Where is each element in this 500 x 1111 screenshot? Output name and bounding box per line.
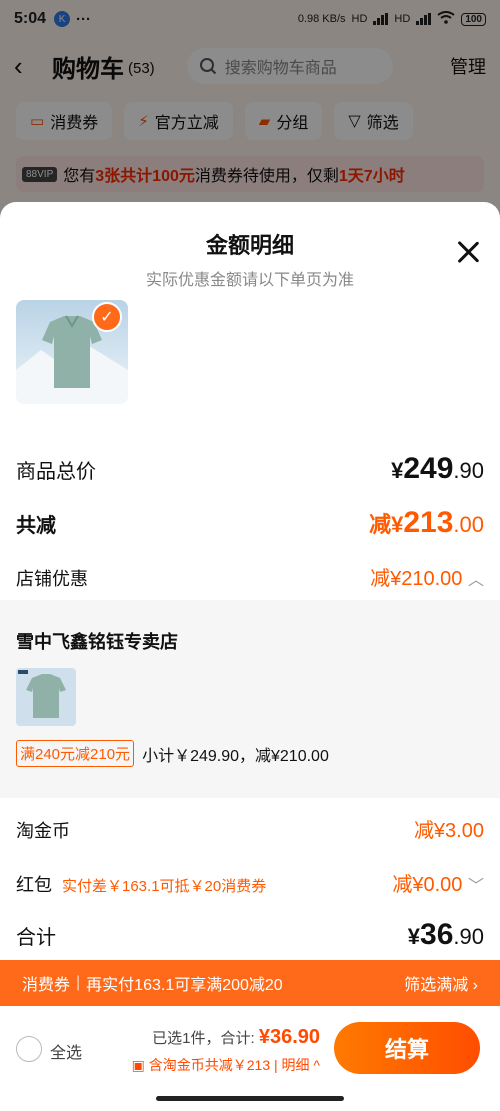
- hongbao-row[interactable]: 红包 实付差￥163.1可抵￥20消费券 减¥0.00 ﹀: [16, 868, 484, 897]
- detail-toggle[interactable]: ▣ 含淘金币共减￥213 | 明细 ^: [132, 1055, 320, 1075]
- coin-badge-icon: ▣: [131, 1057, 145, 1073]
- amount-detail-sheet: 金额明细 实际优惠金额请以下单页为准 ✓ 商品总价 ¥249.90 共减 减¥2…: [0, 202, 500, 960]
- filter-discount-link[interactable]: 筛选满减 ›: [404, 971, 478, 995]
- coin-value: 减¥3.00: [413, 820, 484, 842]
- hongbao-note: 实付差￥163.1可抵￥20消费券: [62, 878, 267, 895]
- store-product-thumbnail: [16, 668, 76, 726]
- chevron-down-icon: ﹀: [467, 878, 484, 895]
- total-price-value: ¥249.90: [391, 452, 484, 485]
- total-price-row: 商品总价 ¥249.90: [16, 452, 484, 485]
- coupon-promo-bar[interactable]: 消费券 | 再实付163.1可享满200减20 筛选满减 ›: [0, 960, 500, 1006]
- sum-value: ¥36.90: [407, 918, 484, 951]
- sum-row: 合计 ¥36.90: [16, 918, 484, 951]
- home-indicator: [156, 1096, 344, 1101]
- checkout-total: ¥36.90: [258, 1026, 320, 1048]
- store-discount-detail: 雪中飞鑫铭钰专卖店 满240元减210元 小计￥249.90，减¥210.00: [0, 600, 500, 798]
- select-all-label[interactable]: 全选: [50, 1039, 82, 1063]
- product-selected-check-icon[interactable]: ✓: [92, 302, 122, 332]
- store-promo-tag: 满240元减210元: [16, 740, 135, 767]
- checkout-button[interactable]: 结算: [334, 1022, 480, 1074]
- chevron-up-icon: ︿: [467, 572, 484, 589]
- total-reduction-row: 共减 减¥213.00: [16, 506, 484, 539]
- sheet-title: 金额明细: [205, 233, 294, 258]
- store-discount-value: 减¥210.00 ︿: [370, 568, 484, 590]
- checkout-summary: 已选1件，合计: ¥36.90 ▣ 含淘金币共减￥213 | 明细 ^: [131, 1026, 320, 1075]
- promo-text: 再实付163.1可享满200减20: [86, 977, 283, 994]
- store-promo-line: 满240元减210元 小计￥249.90，减¥210.00: [16, 740, 329, 767]
- store-subtotal: 小计￥249.90，减¥210.00: [142, 747, 329, 765]
- store-discount-row[interactable]: 店铺优惠 减¥210.00 ︿: [16, 562, 484, 591]
- select-all-radio[interactable]: [16, 1036, 42, 1062]
- coin-row: 淘金币 减¥3.00: [16, 814, 484, 843]
- store-name: 雪中飞鑫铭钰专卖店: [16, 632, 178, 652]
- sheet-subtitle: 实际优惠金额请以下单页为准: [145, 272, 354, 289]
- close-icon[interactable]: [456, 240, 480, 264]
- total-reduction-value: 减¥213.00: [369, 506, 484, 539]
- hongbao-value: 减¥0.00 ﹀: [392, 874, 484, 896]
